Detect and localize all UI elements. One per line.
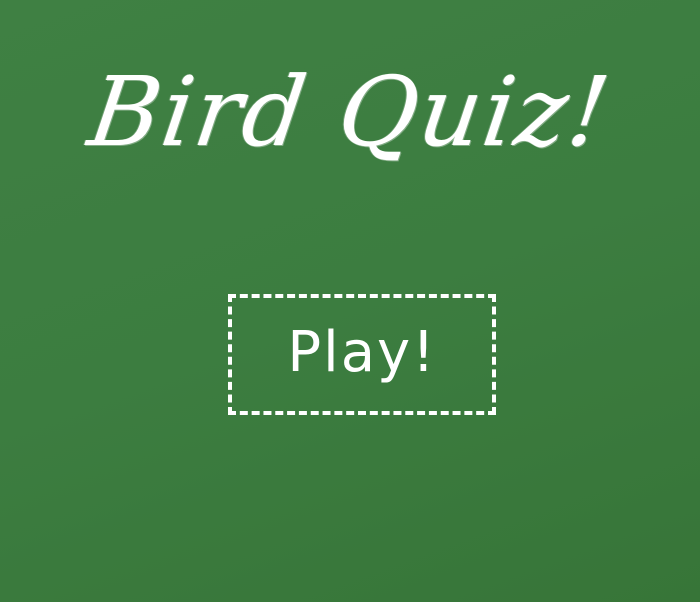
play-button[interactable]: Play! [228,294,496,415]
play-button-label: Play! [287,319,437,385]
start-screen: Bird Quiz! Play! [0,0,700,602]
game-title: Bird Quiz! [82,56,618,168]
